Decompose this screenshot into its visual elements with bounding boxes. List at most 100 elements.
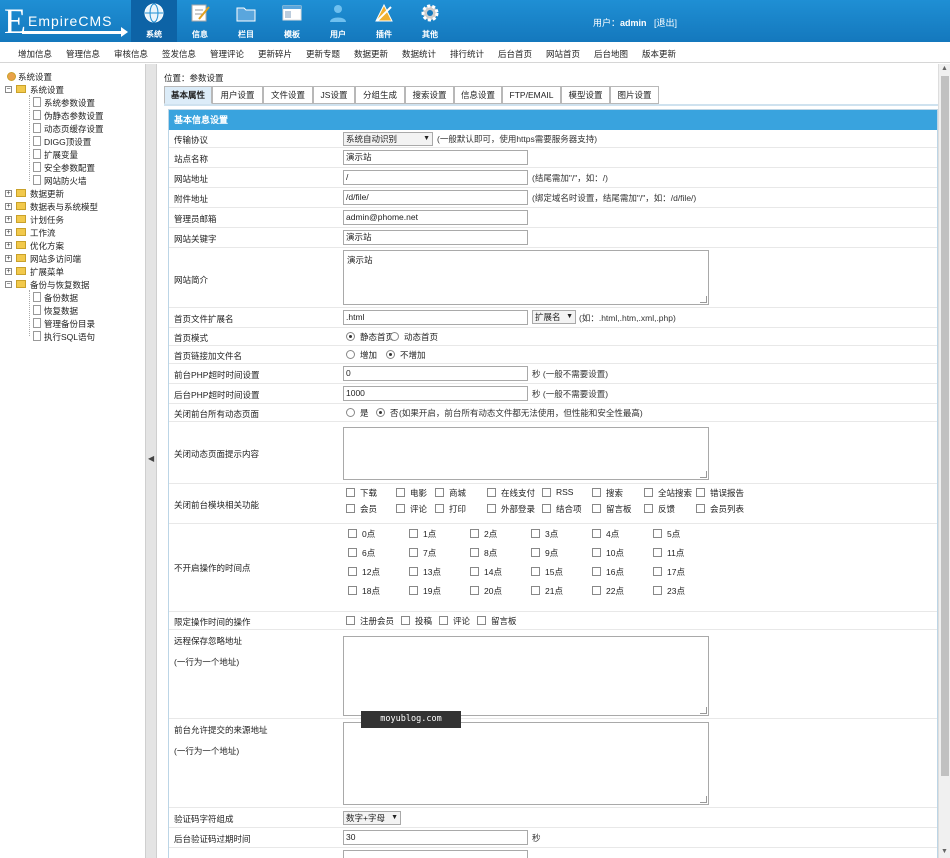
module-10-checkbox[interactable] — [435, 504, 444, 513]
hour-16-checkbox[interactable] — [592, 567, 601, 576]
attach-url-input[interactable]: /d/file/ — [343, 190, 528, 205]
hour-3-checkbox[interactable] — [531, 529, 540, 538]
scroll-down-icon[interactable]: ▼ — [941, 848, 948, 855]
scrollbar-thumb[interactable] — [941, 76, 949, 776]
hour-0-checkbox[interactable] — [348, 529, 357, 538]
module-4-checkbox[interactable] — [542, 488, 551, 497]
tree-item-sys-3[interactable]: DIGG顶设置 — [0, 136, 145, 148]
module-9-checkbox[interactable] — [396, 504, 405, 513]
module-2-checkbox[interactable] — [435, 488, 444, 497]
tree-item-backup-1[interactable]: 恢复数据 — [0, 305, 145, 317]
module-13-checkbox[interactable] — [592, 504, 601, 513]
module-15-checkbox[interactable] — [696, 504, 705, 513]
expand-toggle-icon[interactable]: + — [5, 242, 12, 249]
nav-button-6[interactable]: 其他 — [407, 0, 453, 42]
close-dynamic-yes-radio[interactable] — [346, 408, 355, 417]
hour-2-checkbox[interactable] — [470, 529, 479, 538]
hour-9-checkbox[interactable] — [531, 548, 540, 557]
index-link-noadd-radio[interactable] — [386, 350, 395, 359]
intro-textarea[interactable]: 演示站 — [343, 250, 709, 305]
index-ext-input[interactable]: .html — [343, 310, 528, 325]
module-3-checkbox[interactable] — [487, 488, 496, 497]
sidebar-toggle[interactable]: ◀ — [145, 64, 157, 858]
quick-link-3[interactable]: 签发信息 — [162, 48, 196, 60]
hour-10-checkbox[interactable] — [592, 548, 601, 557]
quick-link-10[interactable]: 后台首页 — [498, 48, 532, 60]
limit-op-0-checkbox[interactable] — [346, 616, 355, 625]
page-scrollbar[interactable]: ▲ ▼ — [938, 64, 950, 858]
tab-4[interactable]: 分组生成 — [355, 86, 405, 104]
index-mode-dynamic-radio[interactable] — [390, 332, 399, 341]
tree-group-3[interactable]: + 工作流 — [0, 227, 145, 239]
hour-20-checkbox[interactable] — [470, 586, 479, 595]
tree-item-sys-0[interactable]: 系统参数设置 — [0, 97, 145, 109]
quick-link-7[interactable]: 数据更新 — [354, 48, 388, 60]
module-7-checkbox[interactable] — [696, 488, 705, 497]
module-12-checkbox[interactable] — [542, 504, 551, 513]
quick-link-0[interactable]: 增加信息 — [18, 48, 52, 60]
quick-link-9[interactable]: 排行统计 — [450, 48, 484, 60]
tree-item-sys-4[interactable]: 扩展变量 — [0, 149, 145, 161]
back-timeout-input[interactable]: 1000 — [343, 386, 528, 401]
tab-6[interactable]: 信息设置 — [454, 86, 502, 104]
tree-group-1[interactable]: + 数据表与系统模型 — [0, 201, 145, 213]
hour-4-checkbox[interactable] — [592, 529, 601, 538]
tree-root[interactable]: 系统设置 — [0, 71, 145, 83]
admin-email-input[interactable]: admin@phome.net — [343, 210, 528, 225]
tab-1[interactable]: 用户设置 — [212, 86, 263, 104]
module-14-checkbox[interactable] — [644, 504, 653, 513]
quick-link-1[interactable]: 管理信息 — [66, 48, 100, 60]
module-8-checkbox[interactable] — [346, 504, 355, 513]
module-5-checkbox[interactable] — [592, 488, 601, 497]
keywords-input[interactable]: 演示站 — [343, 230, 528, 245]
hour-14-checkbox[interactable] — [470, 567, 479, 576]
index-link-add-radio[interactable] — [346, 350, 355, 359]
tree-item-sys-6[interactable]: 网站防火墙 — [0, 175, 145, 187]
tree-group-system[interactable]: − 系统设置 — [0, 84, 145, 96]
hour-11-checkbox[interactable] — [653, 548, 662, 557]
tab-0[interactable]: 基本属性 — [164, 86, 212, 104]
hour-17-checkbox[interactable] — [653, 567, 662, 576]
expand-toggle-icon[interactable]: + — [5, 216, 12, 223]
hour-5-checkbox[interactable] — [653, 529, 662, 538]
expand-toggle-icon[interactable]: + — [5, 203, 12, 210]
tab-7[interactable]: FTP/EMAIL — [502, 86, 561, 104]
hour-21-checkbox[interactable] — [531, 586, 540, 595]
tab-5[interactable]: 搜索设置 — [405, 86, 454, 104]
tab-9[interactable]: 图片设置 — [610, 86, 659, 104]
quick-link-5[interactable]: 更新碎片 — [258, 48, 292, 60]
hour-6-checkbox[interactable] — [348, 548, 357, 557]
tab-2[interactable]: 文件设置 — [263, 86, 313, 104]
remote-ignore-textarea[interactable] — [343, 636, 709, 716]
tree-item-backup-0[interactable]: 备份数据 — [0, 292, 145, 304]
index-mode-static-radio[interactable] — [346, 332, 355, 341]
index-ext-select[interactable]: 扩展名 — [532, 310, 576, 324]
tab-3[interactable]: JS设置 — [313, 86, 355, 104]
hour-7-checkbox[interactable] — [409, 548, 418, 557]
module-1-checkbox[interactable] — [396, 488, 405, 497]
tree-item-backup-2[interactable]: 管理备份目录 — [0, 318, 145, 330]
limit-op-3-checkbox[interactable] — [477, 616, 486, 625]
hour-23-checkbox[interactable] — [653, 586, 662, 595]
limit-op-1-checkbox[interactable] — [401, 616, 410, 625]
hour-13-checkbox[interactable] — [409, 567, 418, 576]
hour-15-checkbox[interactable] — [531, 567, 540, 576]
hour-12-checkbox[interactable] — [348, 567, 357, 576]
tree-group-backup[interactable]: − 备份与恢复数据 — [0, 279, 145, 291]
close-dynamic-no-radio[interactable] — [376, 408, 385, 417]
expand-toggle-icon[interactable]: − — [5, 281, 12, 288]
limit-op-2-checkbox[interactable] — [439, 616, 448, 625]
tree-group-5[interactable]: + 网站多访问端 — [0, 253, 145, 265]
nav-button-1[interactable]: 信息 — [177, 0, 223, 42]
tree-item-sys-5[interactable]: 安全参数配置 — [0, 162, 145, 174]
nav-button-5[interactable]: 插件 — [361, 0, 407, 42]
front-timeout-input[interactable]: 0 — [343, 366, 528, 381]
close-tip-textarea[interactable] — [343, 427, 709, 480]
expand-toggle-icon[interactable]: + — [5, 255, 12, 262]
quick-link-11[interactable]: 网站首页 — [546, 48, 580, 60]
module-0-checkbox[interactable] — [346, 488, 355, 497]
hour-8-checkbox[interactable] — [470, 548, 479, 557]
tree-item-backup-3[interactable]: 执行SQL语句 — [0, 331, 145, 343]
empirecms-logo[interactable]: E EmpireCMS — [0, 0, 130, 42]
module-6-checkbox[interactable] — [644, 488, 653, 497]
